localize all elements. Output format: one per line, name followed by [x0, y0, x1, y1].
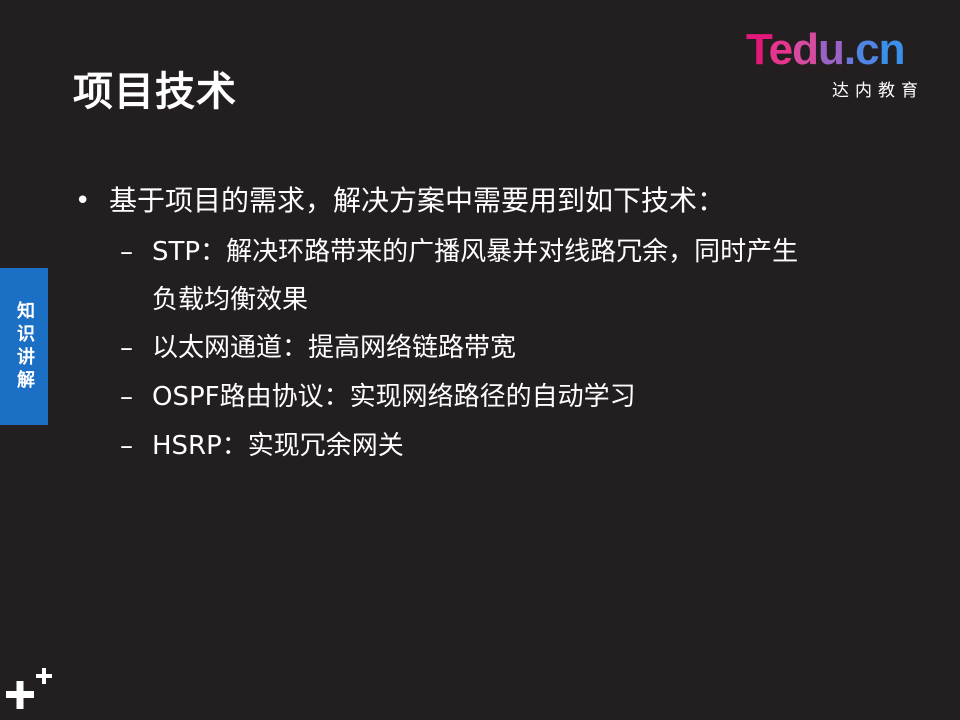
sub-bullet-list: – STP：解决环路带来的广播风暴并对线路冗余，同时产生负载均衡效果 – 以太网… — [75, 228, 875, 471]
logo-letter: n — [878, 25, 906, 74]
plus-icon — [6, 668, 52, 709]
side-tab-knowledge: 知识讲解 — [0, 268, 48, 425]
slide-title: 项目技术 — [73, 69, 237, 115]
sub-bullet-item: – 以太网通道：提高网络链路带宽 — [120, 324, 810, 373]
dash-icon: – — [120, 382, 133, 412]
tedu-logo: Tedu.cn 达内教育 — [746, 28, 924, 102]
bullet-dot-icon: • — [75, 186, 91, 216]
logo-subtitle: 达内教育 — [832, 81, 924, 101]
logo-wordmark: Tedu.cn — [746, 28, 905, 72]
main-bullet: • 基于项目的需求，解决方案中需要用到如下技术： — [75, 178, 875, 224]
logo-letter: e — [768, 25, 794, 74]
sub-bullet-text: 以太网通道：提高网络链路带宽 — [152, 333, 517, 363]
sub-bullet-text: HSRP：实现冗余网关 — [152, 431, 404, 461]
sub-bullet-item: – HSRP：实现冗余网关 — [120, 422, 810, 471]
dash-icon: – — [120, 333, 133, 363]
sub-bullet-text: OSPF路由协议：实现网络路径的自动学习 — [152, 382, 636, 412]
sub-bullet-item: – OSPF路由协议：实现网络路径的自动学习 — [120, 373, 810, 422]
logo-letter: . — [843, 25, 856, 74]
main-bullet-text: 基于项目的需求，解决方案中需要用到如下技术： — [109, 184, 726, 217]
logo-letter: T — [746, 25, 770, 74]
logo-letter: u — [818, 25, 845, 74]
dash-icon: – — [120, 431, 133, 461]
sub-bullet-text: STP：解决环路带来的广播风暴并对线路冗余，同时产生负载均衡效果 — [152, 237, 799, 315]
dash-icon: – — [120, 237, 133, 267]
side-tab-label: 知识讲解 — [14, 300, 35, 393]
logo-letter: c — [855, 25, 880, 74]
slide-content: • 基于项目的需求，解决方案中需要用到如下技术： – STP：解决环路带来的广播… — [75, 178, 875, 471]
sub-bullet-item: – STP：解决环路带来的广播风暴并对线路冗余，同时产生负载均衡效果 — [120, 228, 810, 324]
logo-letter: d — [792, 25, 819, 74]
